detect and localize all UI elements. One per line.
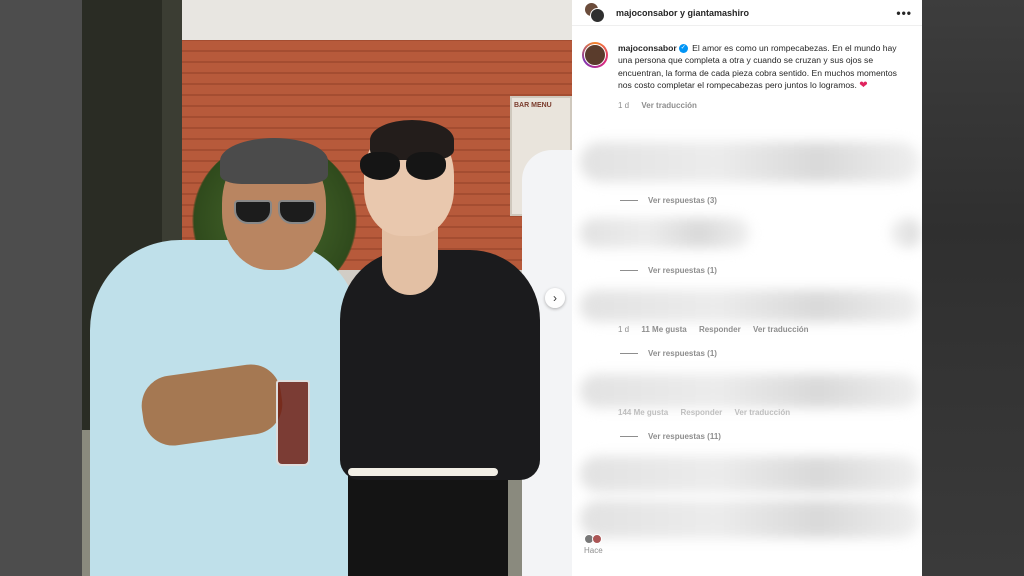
comment-likes[interactable]: 11 Me gusta	[641, 325, 686, 334]
caption-username[interactable]: majoconsabor	[618, 43, 677, 53]
photo-man-sunglasses	[234, 200, 318, 226]
comment-meta: 1 d 11 Me gusta Responder Ver traducción	[618, 325, 819, 334]
translate-link[interactable]: Ver traducción	[753, 325, 809, 334]
blurred-comment	[580, 500, 920, 538]
more-icon[interactable]: •••	[896, 6, 912, 20]
next-photo-button[interactable]: ›	[545, 288, 565, 308]
footer-avatars	[584, 534, 608, 544]
post-header: majoconsabor y giantamashiro •••	[572, 0, 922, 26]
reply-link[interactable]: Responder	[699, 325, 741, 334]
view-replies-link[interactable]: Ver respuestas (1)	[620, 349, 717, 358]
post-caption: majoconsabor ✓ El amor es como un rompeca…	[572, 26, 922, 93]
collab-avatars[interactable]	[584, 1, 606, 24]
blurred-comment	[580, 374, 920, 408]
blurred-comment	[580, 218, 750, 248]
photo-drink-glass	[276, 380, 310, 466]
menu-board-text: BAR MENU	[514, 102, 552, 109]
photo-woman-sunglasses	[360, 152, 448, 182]
comments-panel: majoconsabor y giantamashiro ••• majocon…	[572, 0, 922, 576]
post-timestamp: Hace	[584, 546, 603, 555]
reply-link[interactable]: Responder	[680, 408, 722, 417]
backdrop-left	[0, 0, 82, 576]
caption-body: majoconsabor ✓ El amor es como un rompeca…	[618, 42, 910, 93]
translate-link[interactable]: Ver traducción	[735, 408, 791, 417]
blurred-comment	[580, 456, 920, 492]
comment-time: 1 d	[618, 325, 630, 334]
blurred-comment	[580, 142, 920, 182]
caption-time: 1 d	[618, 100, 630, 110]
photo-man-hair	[220, 138, 328, 184]
comment-likes[interactable]: 144 Me gusta	[618, 408, 668, 417]
view-replies-link[interactable]: Ver respuestas (3)	[620, 196, 717, 205]
caption-avatar[interactable]	[582, 42, 608, 68]
avatar	[590, 7, 605, 23]
view-replies-link[interactable]: Ver respuestas (11)	[620, 432, 721, 441]
blurred-comment	[892, 218, 922, 248]
chevron-right-icon: ›	[553, 291, 557, 305]
blurred-comment	[580, 290, 920, 322]
heart-icon: ❤	[859, 80, 868, 92]
photo-woman-top	[340, 250, 540, 480]
caption-translate-link[interactable]: Ver traducción	[641, 101, 697, 110]
caption-meta: 1 d Ver traducción	[618, 101, 922, 110]
backdrop-right	[922, 0, 1024, 576]
post-authors[interactable]: majoconsabor y giantamashiro	[616, 8, 896, 18]
verified-icon: ✓	[678, 44, 688, 54]
photo-woman-belt	[348, 468, 498, 476]
post-photo[interactable]: BAR MENU	[82, 0, 572, 576]
comment-meta: 144 Me gusta Responder Ver traducción	[618, 408, 800, 417]
view-replies-link[interactable]: Ver respuestas (1)	[620, 266, 717, 275]
